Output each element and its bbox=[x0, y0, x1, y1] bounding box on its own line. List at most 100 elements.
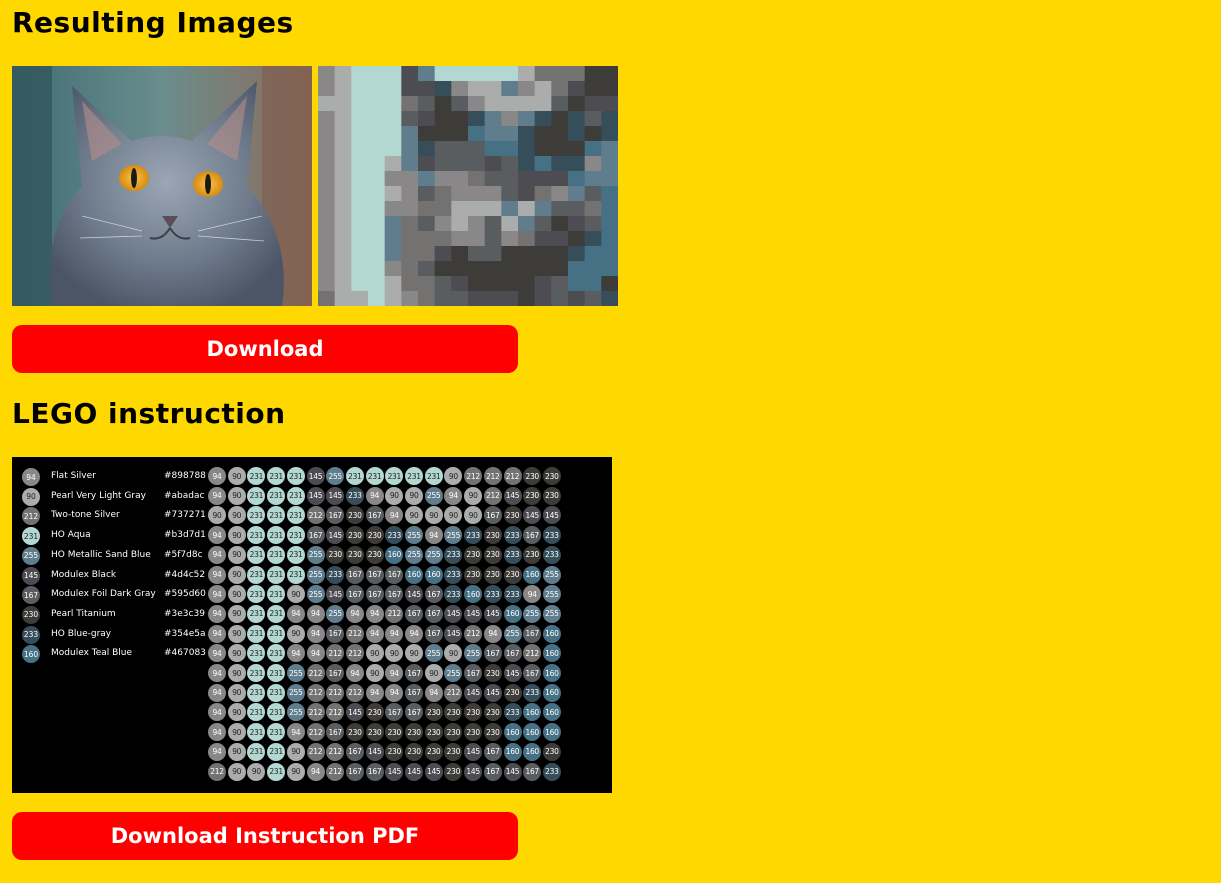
grid-stud: 94 bbox=[286, 723, 305, 742]
grid-stud: 233 bbox=[503, 545, 522, 564]
mosaic-pixel bbox=[368, 96, 386, 112]
legend-row: 212 Two-tone Silver #737271 bbox=[22, 506, 212, 526]
grid-stud: 94 bbox=[306, 644, 325, 663]
grid-stud: 231 bbox=[286, 526, 305, 545]
mosaic-pixel bbox=[418, 261, 436, 277]
grid-stud: 231 bbox=[267, 703, 286, 722]
grid-stud: 94 bbox=[385, 624, 404, 643]
grid-stud: 167 bbox=[405, 683, 423, 702]
grid-stud: 90 bbox=[227, 762, 246, 781]
grid-stud: 94 bbox=[365, 604, 384, 623]
grid-stud: 90 bbox=[227, 683, 246, 702]
mosaic-pixel bbox=[584, 261, 602, 277]
mosaic-pixel bbox=[384, 291, 402, 306]
grid-stud: 167 bbox=[326, 506, 345, 525]
grid-stud: 94 bbox=[345, 664, 364, 682]
mosaic-pixel bbox=[501, 111, 519, 127]
grid-stud: 230 bbox=[345, 723, 364, 742]
download-instruction-pdf-button[interactable]: Download Instruction PDF bbox=[12, 812, 518, 860]
grid-stud: 94 bbox=[306, 762, 325, 781]
mosaic-pixel bbox=[434, 96, 452, 112]
mosaic-pixel bbox=[484, 126, 502, 142]
grid-stud: 230 bbox=[483, 723, 502, 742]
mosaic-pixel bbox=[418, 201, 436, 217]
mosaic-pixel bbox=[484, 96, 502, 112]
grid-stud: 90 bbox=[385, 486, 404, 505]
legend-color-name: Modulex Foil Dark Gray bbox=[51, 589, 156, 600]
mosaic-pixel bbox=[484, 291, 502, 306]
grid-stud: 212 bbox=[326, 742, 345, 761]
mosaic-pixel bbox=[551, 216, 569, 232]
mosaic-pixel bbox=[434, 216, 452, 232]
mosaic-pixel bbox=[351, 276, 369, 292]
grid-stud: 90 bbox=[227, 526, 246, 545]
mosaic-pixel bbox=[451, 141, 469, 157]
grid-stud: 231 bbox=[247, 585, 266, 604]
mosaic-pixel bbox=[518, 201, 536, 217]
grid-stud: 167 bbox=[523, 624, 542, 643]
grid-stud: 167 bbox=[365, 762, 384, 781]
grid-stud: 94 bbox=[208, 486, 226, 505]
mosaic-pixel bbox=[501, 156, 519, 172]
mosaic-pixel bbox=[501, 231, 519, 247]
grid-stud: 145 bbox=[503, 486, 522, 505]
grid-stud: 212 bbox=[483, 467, 502, 485]
legend-color-hex: #abadac bbox=[164, 490, 205, 501]
mosaic-pixel bbox=[334, 156, 352, 172]
mosaic-pixel bbox=[368, 216, 386, 232]
mosaic-pixel bbox=[434, 141, 452, 157]
mosaic-pixel bbox=[318, 186, 336, 202]
mosaic-pixel bbox=[351, 171, 369, 187]
mosaic-pixel bbox=[418, 231, 436, 247]
mosaic-pixel bbox=[318, 171, 336, 187]
mosaic-pixel bbox=[418, 96, 436, 112]
mosaic-pixel bbox=[551, 66, 569, 82]
grid-stud: 145 bbox=[523, 506, 542, 525]
mosaic-pixel bbox=[351, 66, 369, 82]
mosaic-pixel bbox=[551, 126, 569, 142]
mosaic-pixel bbox=[518, 216, 536, 232]
grid-stud: 90 bbox=[405, 644, 423, 663]
mosaic-pixel bbox=[601, 156, 618, 172]
mosaic-pixel bbox=[368, 156, 386, 172]
grid-stud: 255 bbox=[286, 664, 305, 682]
grid-stud: 145 bbox=[464, 742, 483, 761]
legend-row: 255 HO Metallic Sand Blue #5f7d8c bbox=[22, 546, 212, 566]
grid-stud: 94 bbox=[385, 683, 404, 702]
grid-stud: 230 bbox=[523, 486, 542, 505]
mosaic-pixel bbox=[484, 156, 502, 172]
grid-stud: 145 bbox=[306, 486, 325, 505]
mosaic-pixel bbox=[568, 126, 586, 142]
mosaic-pixel bbox=[318, 126, 336, 142]
grid-stud: 231 bbox=[267, 585, 286, 604]
mosaic-pixel bbox=[401, 261, 419, 277]
grid-stud: 231 bbox=[267, 467, 286, 485]
mosaic-pixel bbox=[601, 141, 618, 157]
resulting-images-heading: Resulting Images bbox=[12, 6, 294, 39]
mosaic-pixel bbox=[334, 81, 352, 97]
mosaic-pixel bbox=[501, 81, 519, 97]
grid-stud: 230 bbox=[424, 703, 443, 722]
mosaic-pixel bbox=[318, 201, 336, 217]
grid-stud: 90 bbox=[444, 644, 463, 663]
grid-stud: 94 bbox=[385, 664, 404, 682]
mosaic-pixel bbox=[318, 66, 336, 82]
mosaic-pixel bbox=[434, 261, 452, 277]
grid-stud: 145 bbox=[326, 486, 345, 505]
grid-stud: 167 bbox=[365, 506, 384, 525]
mosaic-pixel bbox=[534, 111, 552, 127]
mosaic-pixel bbox=[351, 186, 369, 202]
mosaic-pixel bbox=[518, 276, 536, 292]
mosaic-pixel bbox=[568, 171, 586, 187]
grid-stud: 255 bbox=[503, 624, 522, 643]
legend-row: 145 Modulex Black #4d4c52 bbox=[22, 566, 212, 586]
mosaic-pixel bbox=[534, 291, 552, 306]
grid-stud: 212 bbox=[306, 723, 325, 742]
mosaic-pixel bbox=[318, 276, 336, 292]
mosaic-pixel bbox=[451, 201, 469, 217]
grid-stud: 160 bbox=[542, 703, 561, 722]
download-button[interactable]: Download bbox=[12, 325, 518, 373]
mosaic-pixel bbox=[451, 66, 469, 82]
grid-stud: 90 bbox=[227, 644, 246, 663]
mosaic-pixel bbox=[484, 141, 502, 157]
